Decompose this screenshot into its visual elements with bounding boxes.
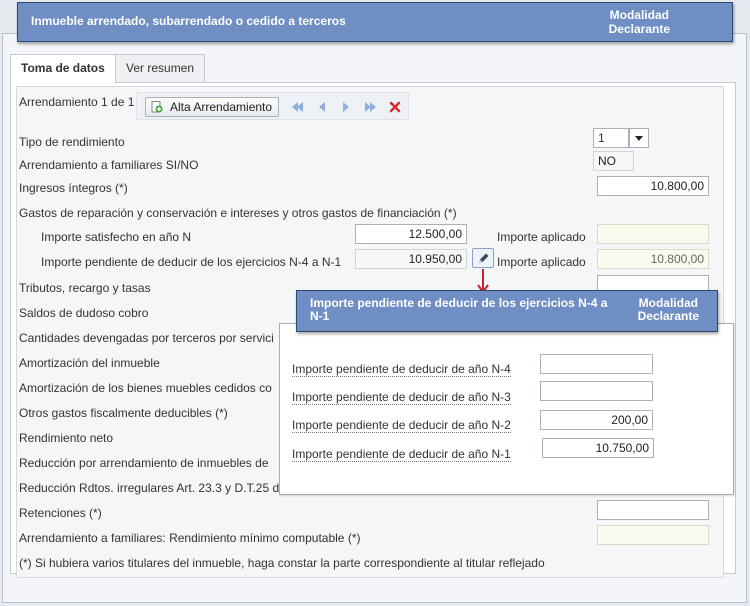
tab-ver-resumen[interactable]: Ver resumen (115, 54, 206, 82)
importe-pendiente-field: 10.950,00 (355, 249, 467, 269)
alta-arrendamiento-button[interactable]: Alta Arrendamiento (145, 97, 280, 117)
importe-pendiente-label: Importe pendiente de deducir de los ejer… (41, 255, 342, 269)
pencil-icon (479, 253, 489, 263)
record-toolbar: Alta Arrendamiento (136, 92, 409, 120)
retenciones-field[interactable] (597, 500, 709, 520)
popup-n3-field[interactable] (540, 381, 653, 401)
popup-dialog (279, 323, 734, 495)
rendimiento-minimo-label: Arrendamiento a familiares: Rendimiento … (19, 531, 361, 545)
gastos-title: Gastos de reparación y conservación e in… (19, 206, 457, 220)
popup-title: Importe pendiente de deducir de los ejer… (310, 296, 608, 323)
importe-aplicado-label-1: Importe aplicado (497, 230, 586, 244)
popup-modalidad-label: Modalidad Declarante (637, 296, 699, 323)
cantidades-label: Cantidades devengadas por terceros por s… (19, 331, 274, 345)
last-icon[interactable] (362, 99, 378, 115)
add-record-icon (151, 101, 163, 113)
edit-pendiente-button[interactable] (472, 248, 494, 268)
first-icon[interactable] (290, 99, 306, 115)
page-header: Inmueble arrendado, subarrendado o cedid… (17, 2, 733, 42)
popup-row-label: Importe pendiente de deducir de año N-2 (292, 418, 511, 433)
importe-aplicado-label-2: Importe aplicado (497, 255, 586, 269)
importe-satisfecho-field[interactable]: 12.500,00 (355, 224, 467, 244)
tipo-rendimiento-select[interactable]: 1 (593, 128, 629, 148)
reduccion-arrendamiento-label: Reducción por arrendamiento de inmuebles… (19, 456, 269, 470)
ingresos-field[interactable]: 10.800,00 (597, 176, 709, 196)
previous-icon[interactable] (314, 99, 330, 115)
amortizacion-bienes-label: Amortización de los bienes muebles cedid… (19, 381, 272, 395)
popup-row-label: Importe pendiente de deducir de año N-3 (292, 390, 511, 405)
importe-aplicado-field-2: 10.800,00 (597, 249, 709, 269)
importe-satisfecho-label: Importe satisfecho en año N (41, 230, 192, 244)
tributos-label: Tributos, recargo y tasas (19, 281, 151, 295)
retenciones-label: Retenciones (*) (19, 506, 102, 520)
importe-aplicado-field-1 (597, 224, 709, 244)
otros-gastos-label: Otros gastos fiscalmente deducibles (*) (19, 406, 228, 420)
modalidad-label: Modalidad Declarante (608, 8, 670, 36)
familiares-label: Arrendamiento a familiares SI/NO (19, 158, 199, 172)
amortizacion-inmueble-label: Amortización del inmueble (19, 356, 160, 370)
popup-n2-field[interactable]: 200,00 (540, 410, 653, 430)
rendimiento-neto-label: Rendimiento neto (19, 431, 114, 445)
rendimiento-minimo-field (597, 525, 709, 545)
footnote: (*) Si hubiera varios titulares del inmu… (19, 556, 545, 570)
reduccion-rdtos-label: Reducción Rdtos. irregulares Art. 23.3 y… (19, 481, 280, 495)
page-title: Inmueble arrendado, subarrendado o cedid… (31, 14, 346, 28)
popup-row-label: Importe pendiente de deducir de año N-1 (292, 447, 511, 462)
tipo-rendimiento-label: Tipo de rendimiento (19, 135, 125, 149)
familiares-field[interactable]: NO (593, 151, 634, 171)
tab-toma-de-datos[interactable]: Toma de datos (10, 54, 116, 83)
delete-icon[interactable] (387, 99, 403, 115)
down-arrow-icon[interactable] (629, 128, 649, 148)
record-counter: Arrendamiento 1 de 1 (19, 95, 135, 109)
next-icon[interactable] (338, 99, 354, 115)
saldos-label: Saldos de dudoso cobro (19, 306, 149, 320)
popup-header: Importe pendiente de deducir de los ejer… (296, 290, 718, 332)
popup-n4-field[interactable] (540, 354, 653, 374)
ingresos-label: Ingresos íntegros (*) (19, 181, 128, 195)
popup-n1-field[interactable]: 10.750,00 (542, 438, 654, 458)
popup-row-label: Importe pendiente de deducir de año N-4 (292, 362, 511, 377)
